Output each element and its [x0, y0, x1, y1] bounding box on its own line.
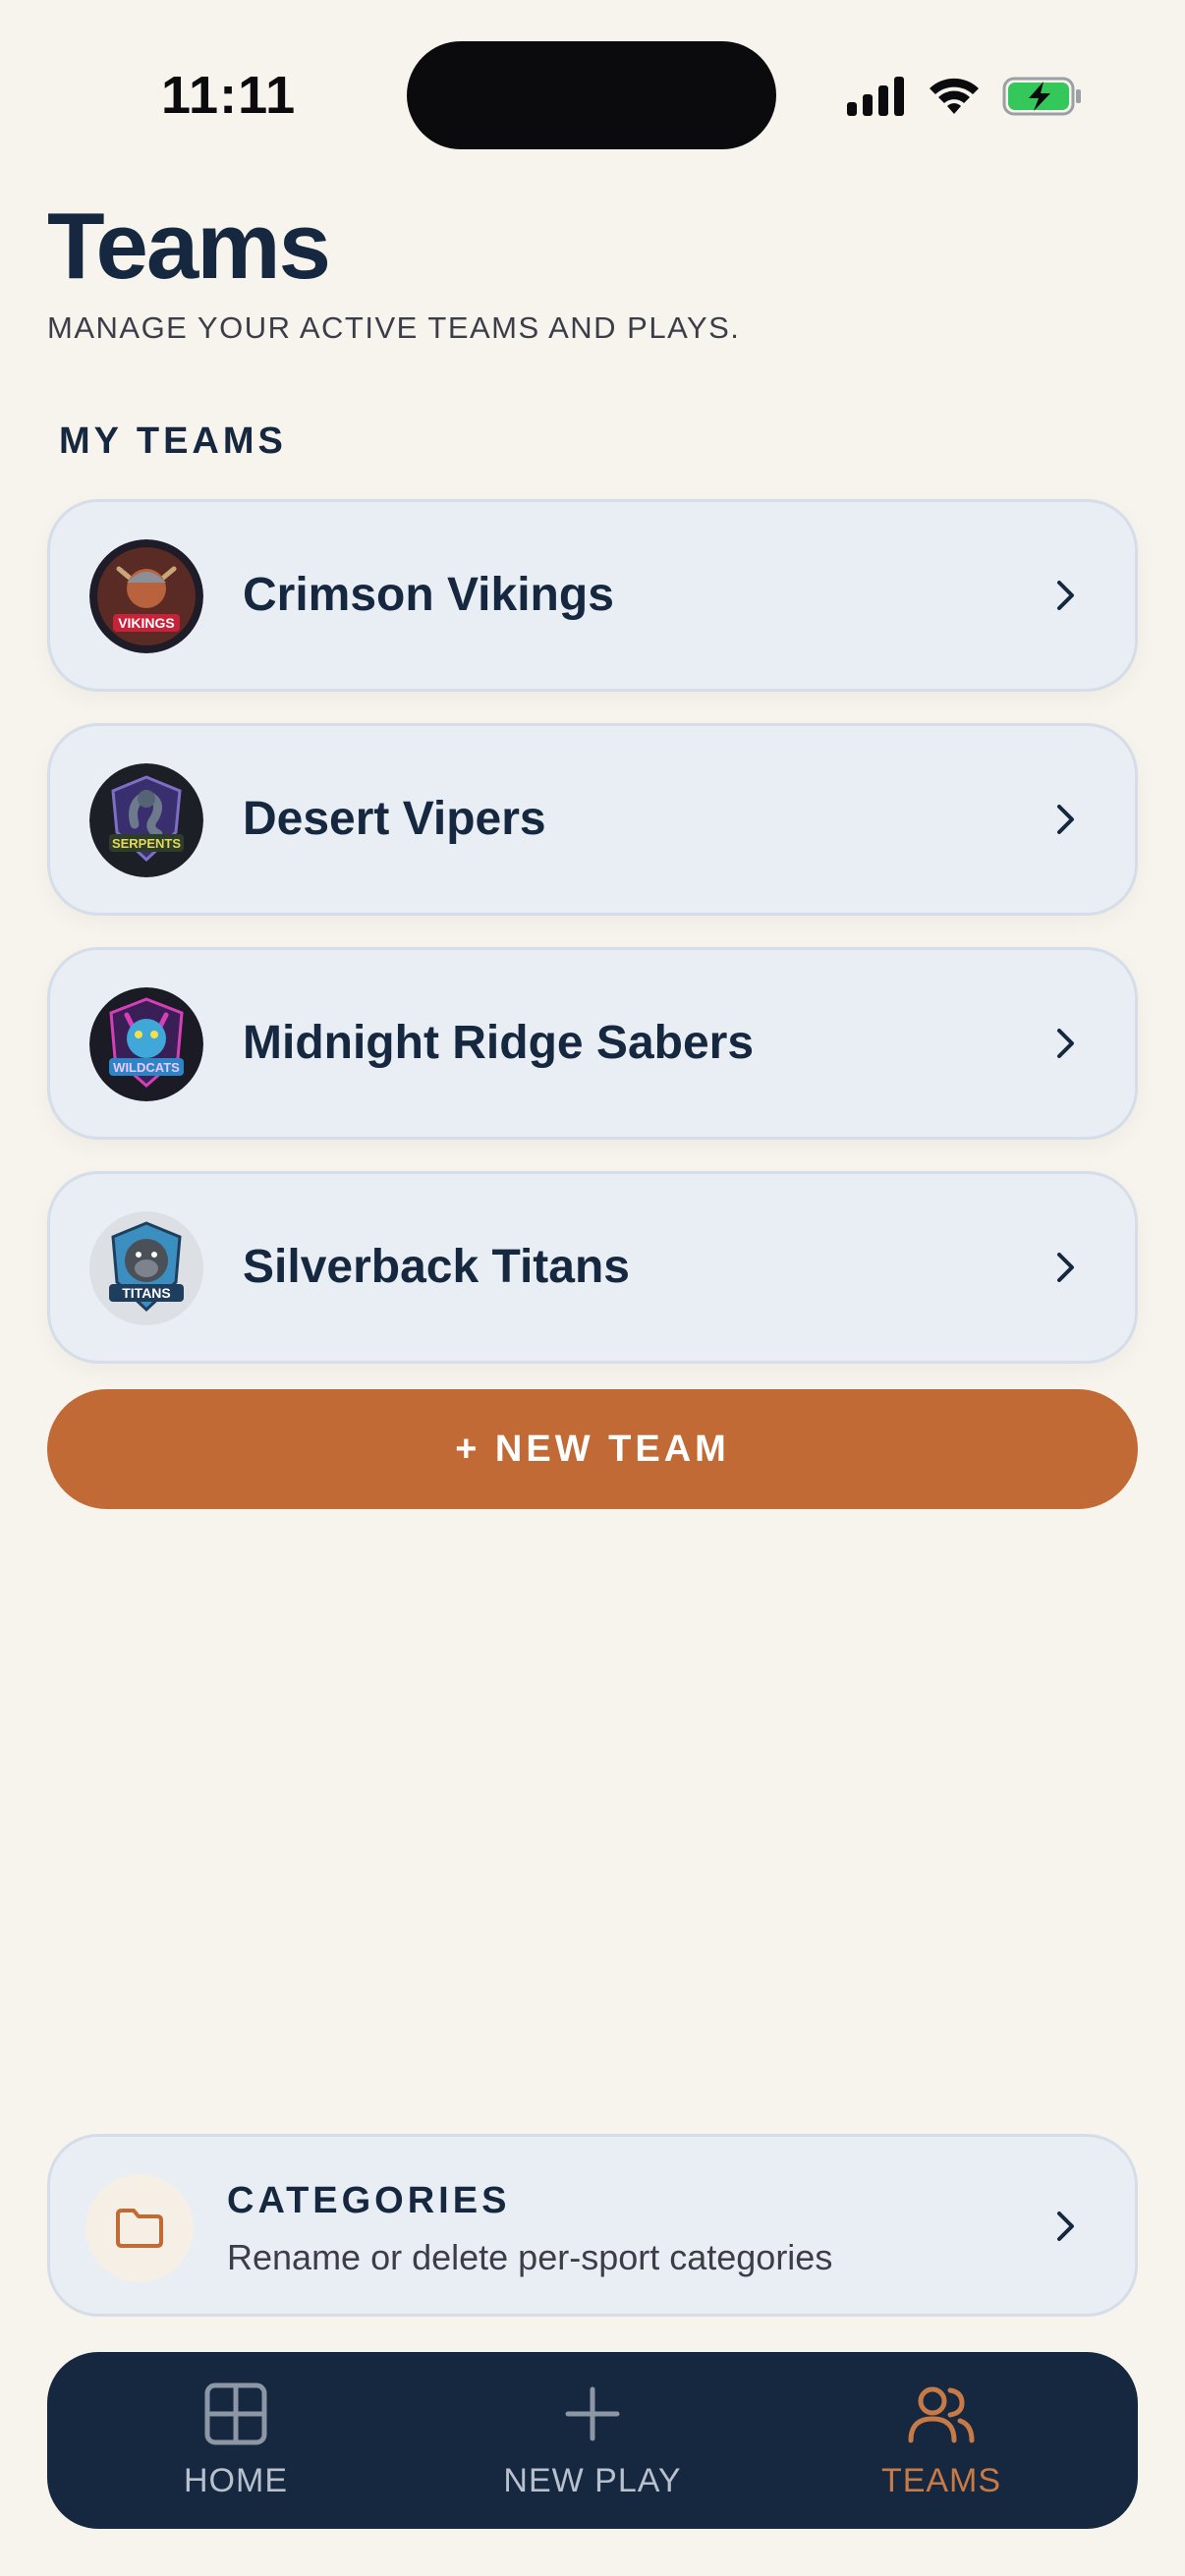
chevron-right-icon	[1057, 805, 1074, 834]
team-name: Desert Vipers	[243, 793, 546, 845]
status-time: 11:11	[161, 66, 297, 125]
svg-text:SERPENTS: SERPENTS	[112, 836, 181, 851]
team-logo-vikings: VIKINGS	[89, 539, 203, 653]
folder-icon	[116, 2209, 163, 2248]
team-card-midnight-ridge-sabers[interactable]: WILDCATS Midnight Ridge Sabers	[47, 947, 1138, 1140]
bottom-nav: HOME NEW PLAY TEAMS	[47, 2352, 1138, 2529]
categories-title: CATEGORIES	[227, 2180, 511, 2221]
page-title: Teams	[47, 194, 331, 299]
grid-icon	[204, 2382, 267, 2445]
chevron-right-icon	[1057, 2212, 1074, 2241]
chevron-right-icon	[1057, 1029, 1074, 1058]
team-logo-wildcats: WILDCATS	[89, 987, 203, 1101]
new-team-button[interactable]: + NEW TEAM	[47, 1389, 1138, 1509]
status-icons	[847, 69, 1083, 124]
categories-icon-badge	[85, 2174, 194, 2282]
svg-text:VIKINGS: VIKINGS	[118, 615, 175, 631]
nav-item-teams[interactable]: TEAMS	[784, 2352, 1099, 2529]
team-name: Silverback Titans	[243, 1241, 630, 1293]
team-name: Crimson Vikings	[243, 569, 614, 621]
team-logo-titans: TITANS	[89, 1211, 203, 1325]
dynamic-island	[407, 41, 776, 149]
svg-text:TITANS: TITANS	[122, 1285, 171, 1301]
battery-charging-icon	[1002, 77, 1081, 116]
wifi-icon	[930, 78, 979, 114]
nav-label-teams: TEAMS	[880, 2462, 1002, 2499]
users-icon	[908, 2386, 975, 2443]
cellular-signal-icon	[847, 77, 904, 116]
team-card-silverback-titans[interactable]: TITANS Silverback Titans	[47, 1171, 1138, 1364]
categories-card[interactable]: CATEGORIES Rename or delete per-sport ca…	[47, 2134, 1138, 2317]
nav-label-new-play: NEW PLAY	[503, 2462, 682, 2499]
section-label-my-teams: MY TEAMS	[59, 420, 287, 462]
nav-label-home: HOME	[184, 2462, 288, 2499]
team-logo-serpents: SERPENTS	[89, 763, 203, 877]
categories-description: Rename or delete per-sport categories	[227, 2237, 833, 2277]
team-card-desert-vipers[interactable]: SERPENTS Desert Vipers	[47, 723, 1138, 916]
page-subtitle: MANAGE YOUR ACTIVE TEAMS AND PLAYS.	[47, 310, 741, 345]
chevron-right-icon	[1057, 1253, 1074, 1282]
team-name: Midnight Ridge Sabers	[243, 1017, 755, 1069]
svg-text:WILDCATS: WILDCATS	[113, 1060, 180, 1075]
team-card-crimson-vikings[interactable]: VIKINGS Crimson Vikings	[47, 499, 1138, 692]
nav-item-home[interactable]: HOME	[79, 2352, 393, 2529]
plus-icon	[565, 2386, 620, 2441]
nav-item-new-play[interactable]: NEW PLAY	[435, 2352, 750, 2529]
chevron-right-icon	[1057, 581, 1074, 610]
